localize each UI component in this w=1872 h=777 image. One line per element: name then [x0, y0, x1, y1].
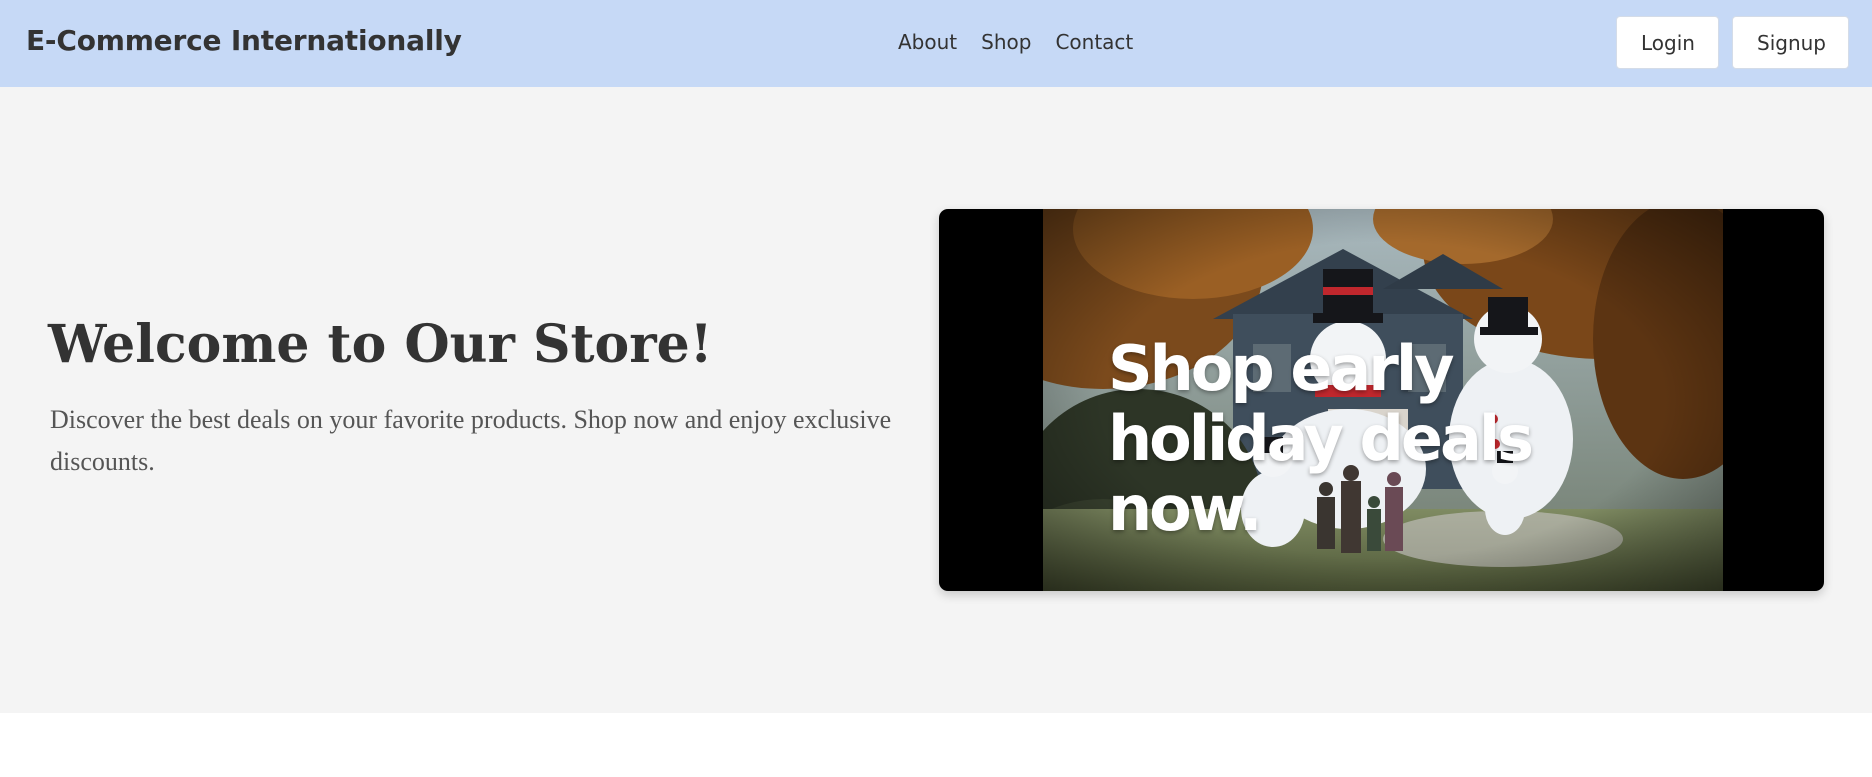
main-nav: About Shop Contact	[898, 30, 1133, 54]
hero-description: Discover the best deals on your favorite…	[50, 405, 892, 476]
hero-section: Welcome to Our Store! Discover the best …	[0, 87, 1872, 713]
nav-link-shop[interactable]: Shop	[981, 30, 1031, 54]
signup-button[interactable]: Signup	[1732, 16, 1849, 69]
nav-link-contact[interactable]: Contact	[1055, 30, 1133, 54]
brand-logo[interactable]: E-Commerce Internationally	[26, 24, 462, 57]
nav-link-about[interactable]: About	[898, 30, 957, 54]
navbar: E-Commerce Internationally About Shop Co…	[0, 0, 1872, 87]
promo-banner[interactable]: Shop early holiday deals now.	[939, 209, 1824, 591]
login-button[interactable]: Login	[1616, 16, 1719, 69]
auth-buttons: Login Signup	[1616, 16, 1849, 69]
promo-headline: Shop early holiday deals now.	[1108, 332, 1534, 545]
hero-title: Welcome to Our Store!	[48, 314, 713, 375]
